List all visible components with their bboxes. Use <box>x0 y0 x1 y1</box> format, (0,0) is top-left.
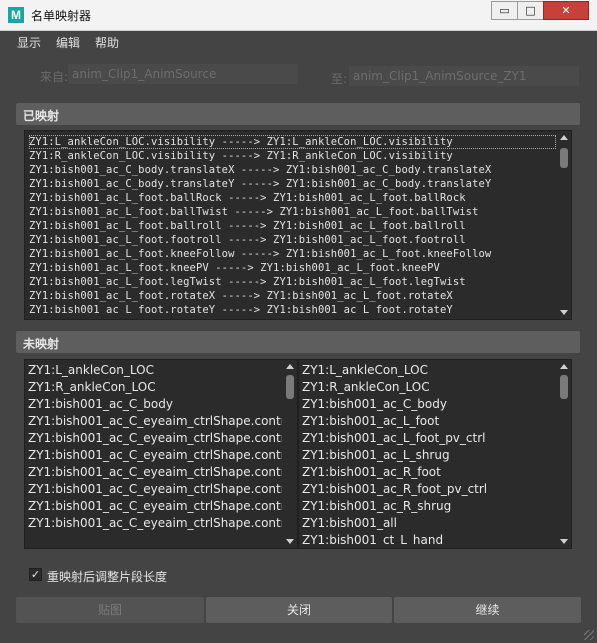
mapped-scrollbar[interactable] <box>558 132 570 318</box>
resize-grip-icon[interactable] <box>584 630 594 640</box>
unmapped-destination-item[interactable]: ZY1:bish001_ct_L_hand <box>302 532 556 546</box>
close-button[interactable]: 关闭 <box>206 597 392 623</box>
minimize-icon: ▭ <box>499 4 510 17</box>
unmapped-destination-item[interactable]: ZY1:bish001_ac_L_shrug <box>302 447 556 464</box>
unmapped-source-list-content: ZY1:L_ankleCon_LOC ZY1:R_ankleCon_LOC ZY1:… <box>28 362 282 546</box>
unmapped-source-item[interactable]: ZY1:bish001_ac_C_eyeaim_ctrlShape.contr.… <box>28 498 282 515</box>
window-title: 名单映射器 <box>31 9 92 23</box>
unmapped-destination-list-content: ZY1:L_ankleCon_LOC ZY1:R_ankleCon_LOC ZY1:… <box>302 362 556 546</box>
mapped-row[interactable]: ZY1:bish001_ac_L_foot.kneePV -----> ZY1:… <box>29 261 556 275</box>
unmapped-source-item[interactable]: ZY1:bish001_ac_C_eyeaim_ctrlShape.contr.… <box>28 481 282 498</box>
mapped-list-content: ZY1:L_ankleCon_LOC.visibility -----> ZY1… <box>29 135 556 315</box>
mapped-list[interactable]: ZY1:L_ankleCon_LOC.visibility -----> ZY1… <box>24 130 572 320</box>
unmapped-source-item[interactable]: ZY1:bish001_ac_C_eyeaim_ctrlShape.contr.… <box>28 515 282 532</box>
source-label: 来自: <box>40 70 69 84</box>
scroll-up-arrow-icon[interactable] <box>560 135 568 140</box>
mapped-section-title: 已映射 <box>23 109 60 123</box>
unmapped-destination-scrollbar[interactable] <box>558 361 570 547</box>
scroll-down-arrow-icon[interactable] <box>560 310 568 315</box>
minimize-button[interactable]: ▭ <box>491 1 518 20</box>
unmapped-destination-item[interactable]: ZY1:bish001_ac_R_shrug <box>302 498 556 515</box>
maya-app-icon: M <box>8 7 24 23</box>
continue-button[interactable]: 继续 <box>394 597 581 623</box>
checkmark-icon: ✓ <box>30 568 41 581</box>
unmapped-source-list[interactable]: ZY1:L_ankleCon_LOC ZY1:R_ankleCon_LOC ZY1:… <box>24 359 298 549</box>
window-controls: ▭ □ ✕ <box>491 1 589 20</box>
title-bar: M 名单映射器 ▭ □ ✕ <box>0 0 597 31</box>
unmapped-source-item[interactable]: ZY1:bish001_ac_C_eyeaim_ctrlShape.contr.… <box>28 430 282 447</box>
mapped-row[interactable]: ZY1:bish001_ac_L_foot.rotateX -----> ZY1… <box>29 289 556 303</box>
mapped-row[interactable]: ZY1:bish001_ac_L_foot.rotateY -----> ZY1… <box>29 303 556 315</box>
unmapped-destination-item[interactable]: ZY1:R_ankleCon_LOC <box>302 379 556 396</box>
destination-label: 至: <box>331 72 348 86</box>
mapped-section-header[interactable]: 已映射 <box>16 103 580 125</box>
mapped-row[interactable]: ZY1:R_ankleCon_LOC.visibility -----> ZY1… <box>29 149 556 163</box>
close-window-button[interactable]: ✕ <box>543 1 589 20</box>
mapped-row[interactable]: ZY1:L_ankleCon_LOC.visibility -----> ZY1… <box>29 135 556 149</box>
unmapped-source-item[interactable]: ZY1:bish001_ac_C_body <box>28 396 282 413</box>
scroll-down-arrow-icon[interactable] <box>286 539 294 544</box>
source-field[interactable]: anim_Clip1_AnimSource <box>68 64 298 84</box>
unmapped-destination-item[interactable]: ZY1:bish001_ac_R_foot <box>302 464 556 481</box>
unmapped-destination-item[interactable]: ZY1:bish001_ac_C_body <box>302 396 556 413</box>
maximize-icon: □ <box>525 4 536 17</box>
unmapped-source-item[interactable]: ZY1:bish001_ac_C_eyeaim_ctrlShape.contr.… <box>28 413 282 430</box>
mapped-row[interactable]: ZY1:bish001_ac_C_body.translateY -----> … <box>29 177 556 191</box>
adjust-clip-length-label[interactable]: 重映射后调整片段长度 <box>47 568 167 585</box>
menu-item-display[interactable]: 显示 <box>17 34 41 51</box>
unmapped-destination-list[interactable]: ZY1:L_ankleCon_LOC ZY1:R_ankleCon_LOC ZY1:… <box>298 359 572 549</box>
unmapped-source-scrollbar[interactable] <box>284 361 296 547</box>
unmapped-source-scroll-thumb[interactable] <box>286 375 294 399</box>
adjust-clip-length-checkbox[interactable]: ✓ <box>29 568 42 581</box>
unmapped-destination-scroll-thumb[interactable] <box>560 375 568 399</box>
scroll-up-arrow-icon[interactable] <box>560 364 568 369</box>
maximize-button[interactable]: □ <box>517 1 544 20</box>
paste-button[interactable]: 贴图 <box>16 597 204 623</box>
destination-field[interactable]: anim_Clip1_AnimSource_ZY1 <box>349 66 579 86</box>
unmapped-destination-item[interactable]: ZY1:bish001_all <box>302 515 556 532</box>
scroll-up-arrow-icon[interactable] <box>286 364 294 369</box>
mapped-row[interactable]: ZY1:bish001_ac_L_foot.footroll -----> ZY… <box>29 233 556 247</box>
destination-field-group: 至: anim_Clip1_AnimSource_ZY1 <box>300 64 597 86</box>
mapped-row[interactable]: ZY1:bish001_ac_L_foot.ballroll -----> ZY… <box>29 219 556 233</box>
mapped-row[interactable]: ZY1:bish001_ac_L_foot.ballRock -----> ZY… <box>29 191 556 205</box>
unmapped-source-item[interactable]: ZY1:R_ankleCon_LOC <box>28 379 282 396</box>
scroll-down-arrow-icon[interactable] <box>560 539 568 544</box>
source-field-group: 来自: anim_Clip1_AnimSource <box>0 64 300 86</box>
unmapped-source-item[interactable]: ZY1:L_ankleCon_LOC <box>28 362 282 379</box>
close-icon: ✕ <box>561 4 571 17</box>
mapped-row[interactable]: ZY1:bish001_ac_L_foot.kneeFollow -----> … <box>29 247 556 261</box>
unmapped-source-item[interactable]: ZY1:bish001_ac_C_eyeaim_ctrlShape.contr.… <box>28 464 282 481</box>
unmapped-destination-item[interactable]: ZY1:bish001_ac_L_foot_pv_ctrl <box>302 430 556 447</box>
unmapped-destination-item[interactable]: ZY1:L_ankleCon_LOC <box>302 362 556 379</box>
unmapped-source-item[interactable]: ZY1:bish001_ac_C_eyeaim_ctrlShape.contr.… <box>28 447 282 464</box>
unmapped-section-title: 未映射 <box>23 337 60 351</box>
menu-item-edit[interactable]: 编辑 <box>56 34 80 51</box>
mapped-scroll-thumb[interactable] <box>560 148 568 168</box>
menu-item-help[interactable]: 帮助 <box>95 34 119 51</box>
mapped-row[interactable]: ZY1:bish001_ac_C_body.translateX -----> … <box>29 163 556 177</box>
menu-bar: 显示 编辑 帮助 <box>0 31 597 53</box>
unmapped-section-header[interactable]: 未映射 <box>16 331 580 353</box>
mapped-row[interactable]: ZY1:bish001_ac_L_foot.legTwist -----> ZY… <box>29 275 556 289</box>
unmapped-destination-item[interactable]: ZY1:bish001_ac_R_foot_pv_ctrl <box>302 481 556 498</box>
unmapped-destination-item[interactable]: ZY1:bish001_ac_L_foot <box>302 413 556 430</box>
mapped-row[interactable]: ZY1:bish001_ac_L_foot.ballTwist -----> Z… <box>29 205 556 219</box>
